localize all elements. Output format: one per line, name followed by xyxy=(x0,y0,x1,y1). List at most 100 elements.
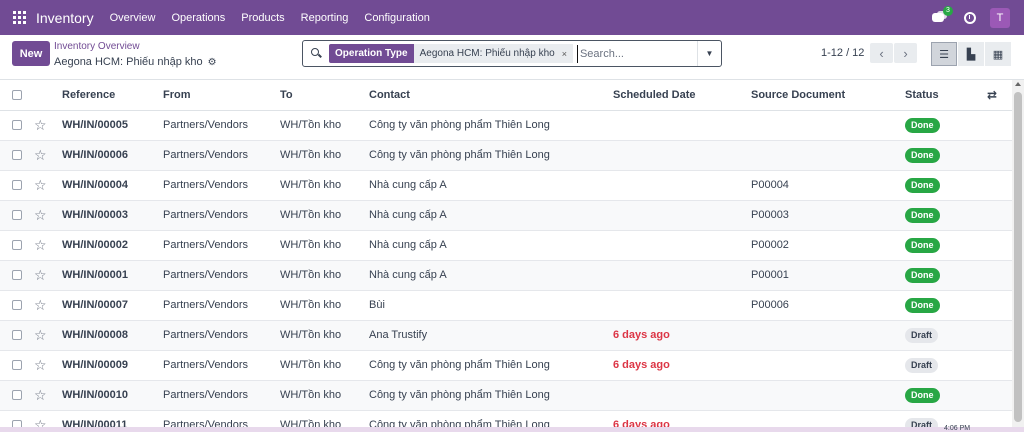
cell-reference[interactable]: WH/IN/00001 xyxy=(62,260,163,291)
cell-source-document[interactable]: P00006 xyxy=(751,290,905,321)
pager-previous-button[interactable]: ‹ xyxy=(870,43,893,63)
cell-source-document[interactable]: P00003 xyxy=(751,200,905,231)
kanban-view-button[interactable]: ▙ xyxy=(958,42,984,66)
app-title[interactable]: Inventory xyxy=(36,10,94,26)
menu-overview[interactable]: Overview xyxy=(110,12,156,24)
table-row[interactable]: ☆ WH/IN/00008 Partners/Vendors WH/Tồn kho An… xyxy=(0,320,1012,351)
cell-status[interactable]: Draft xyxy=(905,320,987,351)
star-icon[interactable]: ☆ xyxy=(34,117,47,133)
cell-scheduled-date[interactable] xyxy=(613,140,751,171)
cell-scheduled-date[interactable] xyxy=(613,260,751,291)
star-icon[interactable]: ☆ xyxy=(34,387,47,403)
cell-status[interactable]: Done xyxy=(905,140,987,171)
cell-scheduled-date[interactable] xyxy=(613,110,751,141)
cell-scheduled-date[interactable] xyxy=(613,200,751,231)
star-icon[interactable]: ☆ xyxy=(34,177,47,193)
cell-from[interactable]: Partners/Vendors xyxy=(163,290,280,321)
row-checkbox[interactable] xyxy=(12,300,22,310)
search-dropdown-toggle[interactable]: ▼ xyxy=(697,41,721,66)
cell-source-document[interactable] xyxy=(751,110,905,141)
cell-scheduled-date[interactable]: 6 days ago xyxy=(613,320,751,351)
cell-source-document[interactable]: P00004 xyxy=(751,170,905,201)
cell-contact[interactable]: Bùi xyxy=(369,290,613,321)
cell-status[interactable]: Done xyxy=(905,230,987,261)
cell-contact[interactable]: Ana Trustify xyxy=(369,320,613,351)
cell-from[interactable]: Partners/Vendors xyxy=(163,200,280,231)
column-header-contact[interactable]: Contact xyxy=(369,80,613,111)
cell-contact[interactable]: Công ty văn phòng phẩm Thiên Long xyxy=(369,140,613,171)
column-header-reference[interactable]: Reference xyxy=(62,80,163,111)
star-icon[interactable]: ☆ xyxy=(34,267,47,283)
cell-source-document[interactable] xyxy=(751,140,905,171)
cell-source-document[interactable]: P00002 xyxy=(751,230,905,261)
table-row[interactable]: ☆ WH/IN/00004 Partners/Vendors WH/Tồn kho Nh… xyxy=(0,170,1012,201)
cell-source-document[interactable] xyxy=(751,320,905,351)
cell-scheduled-date[interactable]: 6 days ago xyxy=(613,350,751,381)
cell-reference[interactable]: WH/IN/00009 xyxy=(62,350,163,381)
scrollbar[interactable] xyxy=(1012,80,1024,432)
table-row[interactable]: ☆ WH/IN/00009 Partners/Vendors WH/Tồn kho Cô… xyxy=(0,350,1012,381)
cell-to[interactable]: WH/Tồn kho xyxy=(280,320,369,351)
scroll-thumb[interactable] xyxy=(1014,92,1022,422)
cell-to[interactable]: WH/Tồn kho xyxy=(280,110,369,141)
cell-contact[interactable]: Nhà cung cấp A xyxy=(369,200,613,231)
table-row[interactable]: ☆ WH/IN/00002 Partners/Vendors WH/Tồn kho Nh… xyxy=(0,230,1012,261)
app-grid-icon[interactable] xyxy=(13,11,26,24)
row-checkbox[interactable] xyxy=(12,120,22,130)
star-icon[interactable]: ☆ xyxy=(34,207,47,223)
star-icon[interactable]: ☆ xyxy=(34,357,47,373)
cell-status[interactable]: Done xyxy=(905,290,987,321)
cell-contact[interactable]: Công ty văn phòng phẩm Thiên Long xyxy=(369,380,613,411)
cell-contact[interactable]: Nhà cung cấp A xyxy=(369,230,613,261)
cell-contact[interactable]: Nhà cung cấp A xyxy=(369,170,613,201)
table-row[interactable]: ☆ WH/IN/00003 Partners/Vendors WH/Tồn kho Nh… xyxy=(0,200,1012,231)
cell-reference[interactable]: WH/IN/00010 xyxy=(62,380,163,411)
cell-reference[interactable]: WH/IN/00008 xyxy=(62,320,163,351)
optional-columns-icon[interactable]: ⇄ xyxy=(987,88,997,102)
cell-reference[interactable]: WH/IN/00002 xyxy=(62,230,163,261)
breadcrumb[interactable]: Inventory Overview xyxy=(54,41,140,52)
star-icon[interactable]: ☆ xyxy=(34,147,47,163)
star-icon[interactable]: ☆ xyxy=(34,327,47,343)
row-checkbox[interactable] xyxy=(12,150,22,160)
row-checkbox[interactable] xyxy=(12,240,22,250)
row-checkbox[interactable] xyxy=(12,390,22,400)
cell-scheduled-date[interactable] xyxy=(613,230,751,261)
column-header-source-document[interactable]: Source Document xyxy=(751,80,905,111)
column-header-from[interactable]: From xyxy=(163,80,280,111)
calendar-view-button[interactable]: ▦ xyxy=(985,42,1011,66)
pager-next-button[interactable]: › xyxy=(894,43,917,63)
cell-source-document[interactable] xyxy=(751,380,905,411)
menu-reporting[interactable]: Reporting xyxy=(301,12,349,24)
cell-scheduled-date[interactable] xyxy=(613,290,751,321)
cell-reference[interactable]: WH/IN/00004 xyxy=(62,170,163,201)
cell-status[interactable]: Done xyxy=(905,260,987,291)
cell-reference[interactable]: WH/IN/00003 xyxy=(62,200,163,231)
cell-source-document[interactable]: P00001 xyxy=(751,260,905,291)
cell-status[interactable]: Done xyxy=(905,200,987,231)
cell-from[interactable]: Partners/Vendors xyxy=(163,230,280,261)
cell-contact[interactable]: Công ty văn phòng phẩm Thiên Long xyxy=(369,110,613,141)
table-row[interactable]: ☆ WH/IN/00006 Partners/Vendors WH/Tồn kho Cô… xyxy=(0,140,1012,171)
cell-reference[interactable]: WH/IN/00006 xyxy=(62,140,163,171)
cell-to[interactable]: WH/Tồn kho xyxy=(280,380,369,411)
menu-products[interactable]: Products xyxy=(241,12,284,24)
table-row[interactable]: ☆ WH/IN/00001 Partners/Vendors WH/Tồn kho Nh… xyxy=(0,260,1012,291)
cell-from[interactable]: Partners/Vendors xyxy=(163,320,280,351)
pager-value[interactable]: 1-12 / 12 xyxy=(821,47,864,59)
cell-to[interactable]: WH/Tồn kho xyxy=(280,140,369,171)
row-checkbox[interactable] xyxy=(12,180,22,190)
star-icon[interactable]: ☆ xyxy=(34,297,47,313)
facet-close-icon[interactable]: × xyxy=(562,49,567,59)
row-checkbox[interactable] xyxy=(12,360,22,370)
row-checkbox[interactable] xyxy=(12,210,22,220)
cell-from[interactable]: Partners/Vendors xyxy=(163,380,280,411)
star-icon[interactable]: ☆ xyxy=(34,237,47,253)
cell-status[interactable]: Done xyxy=(905,380,987,411)
cell-to[interactable]: WH/Tồn kho xyxy=(280,170,369,201)
table-row[interactable]: ☆ WH/IN/00010 Partners/Vendors WH/Tồn kho Cô… xyxy=(0,380,1012,411)
chat-icon[interactable]: 3 xyxy=(932,5,953,25)
cell-reference[interactable]: WH/IN/00007 xyxy=(62,290,163,321)
search-input[interactable] xyxy=(576,44,705,63)
cell-from[interactable]: Partners/Vendors xyxy=(163,140,280,171)
